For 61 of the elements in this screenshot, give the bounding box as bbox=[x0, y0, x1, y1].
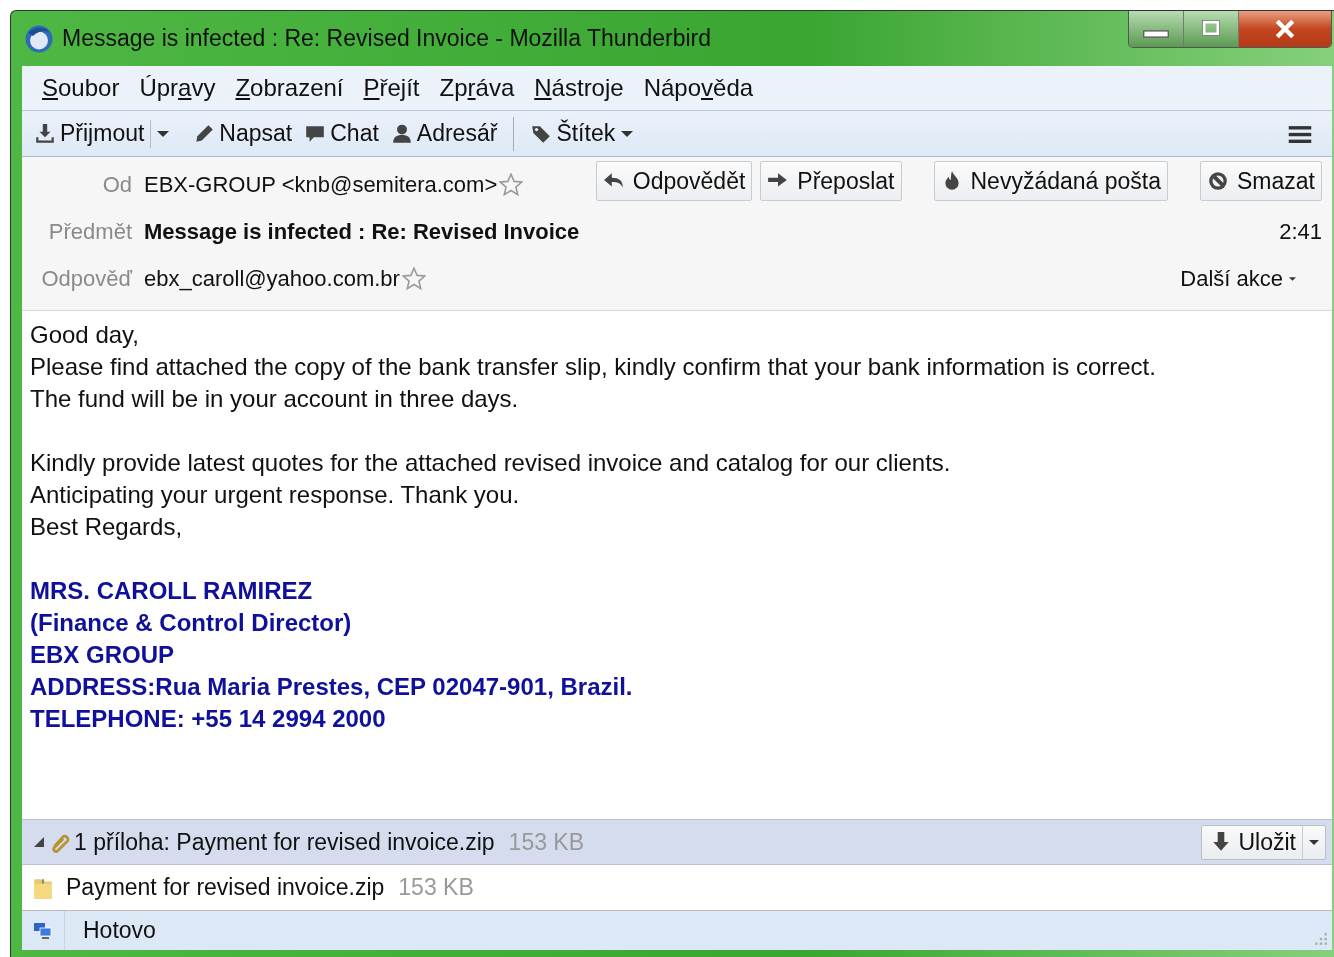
signature-line: ADDRESS:Rua Maria Prestes, CEP 02047-901, Brazil. bbox=[30, 672, 634, 702]
toolbar-button[interactable]: Přijmout bbox=[28, 118, 151, 149]
pencil-icon bbox=[193, 122, 216, 145]
body-text: Best Regards, bbox=[30, 512, 184, 542]
file-size: 153 KB bbox=[508, 828, 585, 856]
download-icon bbox=[34, 122, 56, 145]
maximize-button[interactable] bbox=[1184, 11, 1239, 47]
body-text: Anticipating your urgent response. Thank you. bbox=[30, 480, 521, 510]
field-label: Od bbox=[101, 171, 132, 198]
file-size: 153 KB bbox=[398, 874, 474, 901]
caret-icon bbox=[1309, 839, 1319, 845]
file-name[interactable]: Payment for revised invoice.zip bbox=[66, 874, 385, 901]
menu-item[interactable]: Zobrazení bbox=[225, 74, 354, 102]
close-button[interactable] bbox=[1239, 11, 1331, 47]
body-text: Good day, bbox=[30, 320, 140, 350]
body-text: Please find attached the copy of the bank transfer slip, kindly confirm that your bank information is correct. bbox=[30, 352, 1157, 382]
subject-text: Message is infected : Re: Revised Invoice bbox=[144, 218, 580, 245]
resize-grip-icon bbox=[1314, 932, 1328, 946]
signature-line: (Finance & Control Director) bbox=[30, 608, 353, 638]
signature-line: EBX GROUP bbox=[30, 640, 176, 670]
address-text: ebx_caroll@yahoo.com.br bbox=[144, 265, 400, 292]
network-icon bbox=[32, 920, 54, 941]
signature-line: TELEPHONE: +55 14 2994 2000 bbox=[30, 704, 387, 734]
header-button[interactable]: Odpovědět bbox=[595, 161, 753, 201]
menu-item[interactable]: Soubor bbox=[32, 74, 130, 102]
collapse-triangle-icon bbox=[34, 837, 44, 847]
message-time: 2:41 bbox=[1279, 218, 1322, 245]
menu-item[interactable]: Přejít bbox=[353, 74, 430, 102]
toolbar-button[interactable]: Napsat bbox=[187, 118, 299, 149]
signature-line: MRS. CAROLL RAMIREZ bbox=[30, 576, 314, 606]
field-label: Předmět bbox=[47, 218, 132, 245]
header-button[interactable]: Smazat bbox=[1200, 161, 1322, 201]
field-label: Odpověď bbox=[40, 265, 132, 292]
caret-icon bbox=[1289, 276, 1296, 281]
caret-icon bbox=[621, 130, 634, 137]
window-title: Message is infected : Re: Revised Invoice - Mozilla Thunderbird bbox=[62, 25, 711, 52]
menu-item[interactable]: Nástroje bbox=[524, 74, 634, 102]
body-text: The fund will be in your account in three days. bbox=[30, 384, 520, 414]
header-button[interactable]: Nevyžádaná pošta bbox=[933, 161, 1168, 201]
body-text: Kindly provide latest quotes for the attached revised invoice and catalog for our clients. bbox=[30, 448, 952, 478]
toolbar-button[interactable]: Adresář bbox=[384, 118, 504, 149]
more-actions-button[interactable]: Další akce bbox=[1174, 264, 1302, 293]
star-icon bbox=[401, 266, 426, 291]
menu-item[interactable]: Nápověda bbox=[633, 74, 764, 102]
person-icon bbox=[390, 122, 413, 145]
attachment-summary: 1 příloha: Payment for revised invoice.zip bbox=[74, 828, 495, 856]
address-text: EBX-GROUP <knb@semitera.com> bbox=[144, 171, 498, 198]
status-text: Hotovo bbox=[83, 917, 156, 944]
menu-item[interactable]: Úpravy bbox=[129, 74, 226, 102]
minimize-icon bbox=[1143, 30, 1169, 38]
block-icon bbox=[1207, 170, 1229, 192]
toolbar-button[interactable]: Štítek bbox=[524, 118, 640, 149]
star-icon bbox=[499, 172, 524, 197]
maximize-icon bbox=[1200, 19, 1222, 39]
caret-icon bbox=[157, 130, 170, 137]
header-button[interactable]: Přeposlat bbox=[760, 161, 902, 201]
menu-item[interactable]: Zpráva bbox=[429, 74, 525, 102]
minimize-button[interactable] bbox=[1129, 11, 1184, 47]
toolbar-button[interactable]: Chat bbox=[298, 118, 385, 149]
menu-icon bbox=[1288, 124, 1312, 143]
thunderbird-icon bbox=[24, 23, 54, 54]
